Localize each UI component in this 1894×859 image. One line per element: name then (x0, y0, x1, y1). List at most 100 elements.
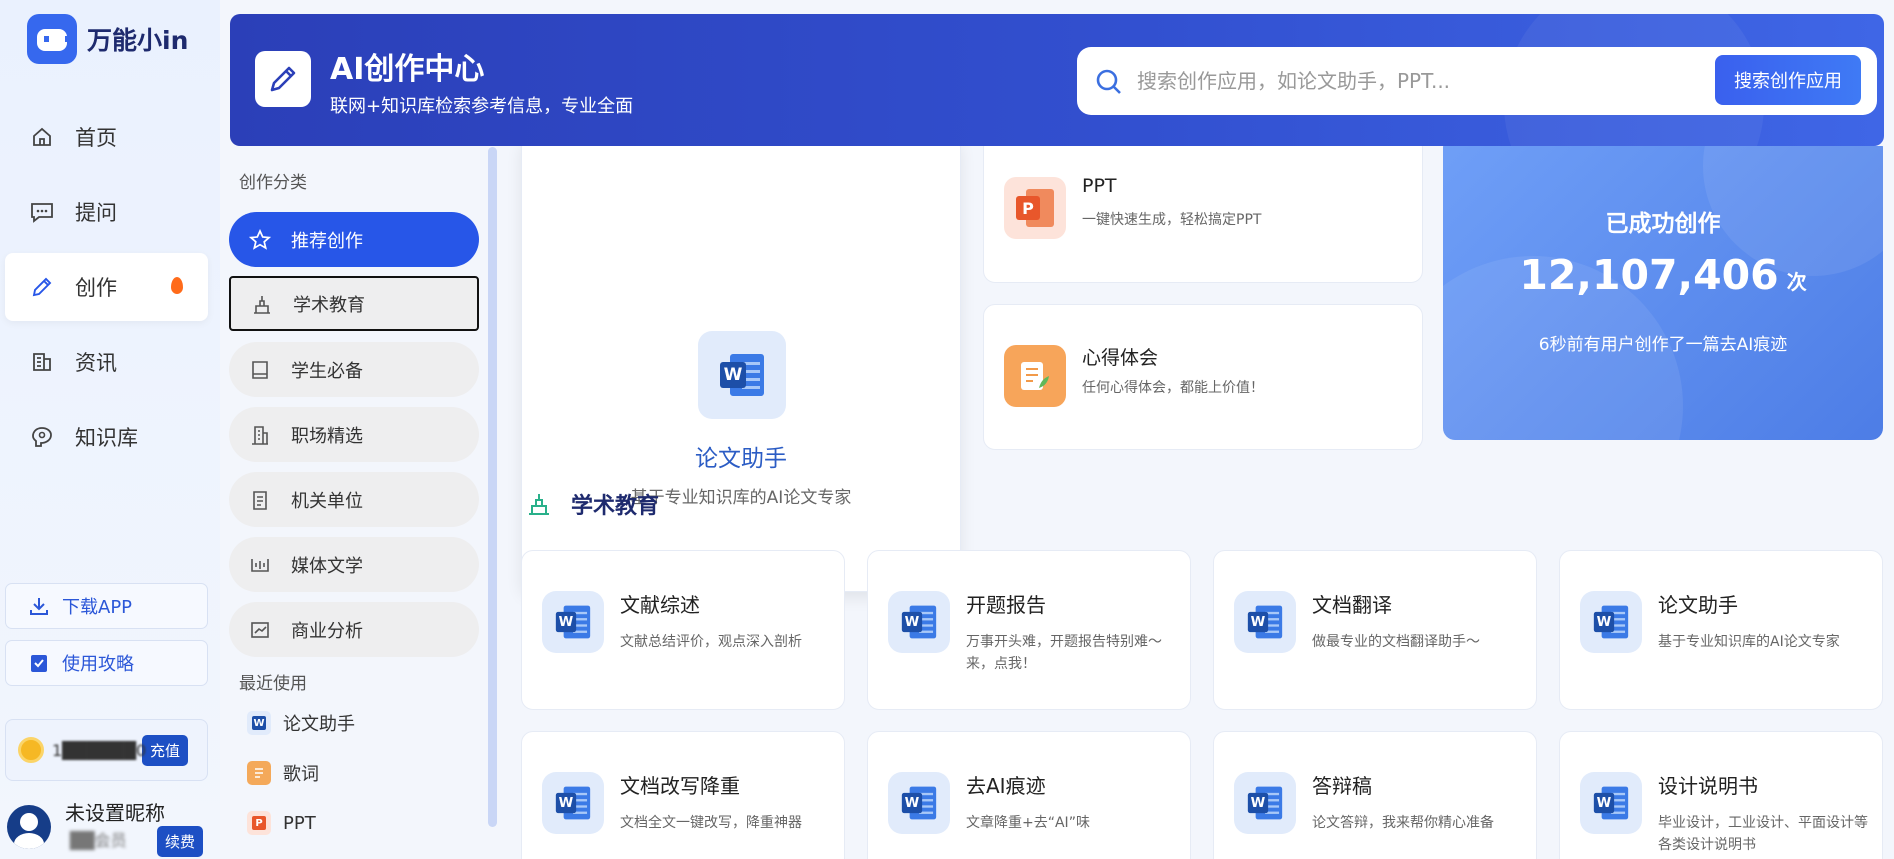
notes-icon (1004, 345, 1066, 407)
tool-card[interactable]: W 设计说明书 毕业设计，工业设计、平面设计等各类设计说明书 (1559, 731, 1883, 859)
nav-item-home[interactable]: 首页 (5, 103, 208, 171)
tool-card[interactable]: W 文献综述 文献总结评价，观点深入剖析 (521, 550, 845, 710)
user-role: ██会员 (70, 831, 127, 850)
renew-button[interactable]: 续费 (157, 826, 204, 857)
search-button[interactable]: 搜索创作应用 (1715, 55, 1861, 105)
knowledge-icon (29, 424, 55, 450)
nav-item-create[interactable]: 创作 (5, 253, 208, 321)
academic-icon (525, 490, 553, 518)
stats-count: 12,107,406 (1519, 251, 1779, 299)
tool-card[interactable]: W 开题报告 万事开头难，开题报告特别难～来，点我！ (867, 550, 1191, 710)
category-media[interactable]: 媒体文学 (229, 537, 479, 592)
main-content: W 论文助手 基于专业知识库的AI论文专家 P PPT 一键快速生成，轻松搞定P… (500, 146, 1894, 859)
card-desc: 文档全文一键改写，降重神器 (620, 815, 802, 831)
search-input[interactable] (1137, 63, 1697, 99)
tool-card[interactable]: W 答辩稿 论文答辩，我来帮你精心准备 (1213, 731, 1537, 859)
tool-card[interactable]: W 文档翻译 做最专业的文档翻译助手～ (1213, 550, 1537, 710)
category-label: 商业分析 (291, 620, 363, 642)
word-icon: W (888, 772, 950, 834)
ppt-icon: P (1004, 177, 1066, 239)
coin-amount: 1██████0 (52, 740, 147, 760)
section-title: 学术教育 (571, 494, 660, 519)
news-icon (29, 349, 55, 375)
recent-label: PPT (283, 812, 316, 834)
stats-label: 已成功创作 (1605, 211, 1721, 237)
academic-icon (251, 292, 275, 316)
card-title: 心得体会 (1082, 347, 1159, 369)
robot-icon (27, 14, 77, 64)
page-title: AI创作中心 (330, 52, 485, 87)
nav-label: 提问 (75, 201, 117, 225)
recent-heading: 最近使用 (239, 674, 307, 694)
star-icon (249, 228, 273, 252)
coin-balance: 1██████0 充值 (5, 719, 208, 781)
recent-item-paper[interactable]: W 论文助手 (247, 705, 355, 741)
featured-paper-assistant[interactable]: W 论文助手 基于专业知识库的AI论文专家 (521, 146, 961, 592)
brand-name: 万能小in (87, 26, 189, 55)
category-recommended[interactable]: 推荐创作 (229, 212, 479, 267)
nav-item-ask[interactable]: 提问 (5, 178, 208, 246)
card-title: 开题报告 (966, 593, 1046, 617)
coin-icon (18, 737, 44, 763)
page-subtitle: 联网+知识库检索参考信息，专业全面 (330, 96, 634, 117)
category-label: 职场精选 (291, 425, 363, 447)
nav-item-knowledge[interactable]: 知识库 (5, 403, 208, 471)
card-title: 论文助手 (1658, 593, 1738, 617)
card-title: 设计说明书 (1658, 774, 1758, 798)
word-icon: W (1580, 772, 1642, 834)
book-icon (249, 358, 273, 382)
category-label: 机关单位 (291, 490, 363, 512)
category-label: 媒体文学 (291, 555, 363, 577)
card-title: 去AI痕迹 (966, 774, 1046, 798)
download-app-label: 下载APP (62, 597, 133, 618)
card-title: 文档改写降重 (620, 774, 740, 798)
word-icon: W (1234, 772, 1296, 834)
word-icon: W (247, 711, 271, 735)
tool-card[interactable]: W 论文助手 基于专业知识库的AI论文专家 (1559, 550, 1883, 710)
chart-icon (249, 618, 273, 642)
usage-guide-label: 使用攻略 (62, 654, 134, 675)
tool-card[interactable]: W 文档改写降重 文档全文一键改写，降重神器 (521, 731, 845, 859)
word-icon: W (888, 591, 950, 653)
word-icon: W (1234, 591, 1296, 653)
featured-ppt[interactable]: P PPT 一键快速生成，轻松搞定PPT (983, 146, 1423, 283)
word-icon: W (542, 772, 604, 834)
tool-card[interactable]: W 去AI痕迹 文章降重+去“AI”味 (867, 731, 1191, 859)
category-academic[interactable]: 学术教育 (229, 276, 479, 331)
sidebar: 万能小in 首页 提问 创作 资讯 知识库 下载APP 使用攻略 1██████… (0, 0, 220, 859)
word-icon: W (698, 331, 786, 419)
category-workplace[interactable]: 职场精选 (229, 407, 479, 462)
nav-item-news[interactable]: 资讯 (5, 328, 208, 396)
card-title: 文献综述 (620, 593, 700, 617)
lyrics-icon (247, 761, 271, 785)
card-title: 答辩稿 (1312, 774, 1372, 798)
category-panel: 创作分类 推荐创作 学术教育 学生必备 职场精选 机关单位 媒体文学 商业分析 … (227, 146, 497, 859)
home-icon (29, 124, 55, 150)
download-app-button[interactable]: 下载APP (5, 583, 208, 629)
stats-caption: 6秒前有用户创作了一篇去AI痕迹 (1538, 335, 1788, 355)
pen-icon (29, 274, 55, 300)
recent-label: 论文助手 (283, 714, 355, 735)
user-profile[interactable]: 未设置昵称 ██会员 续费 (5, 797, 215, 859)
recent-item-lyrics[interactable]: 歌词 (247, 755, 319, 791)
card-desc: 文献总结评价，观点深入剖析 (620, 634, 802, 650)
recharge-button[interactable]: 充值 (142, 734, 189, 766)
avatar[interactable] (7, 805, 51, 849)
media-icon (249, 553, 273, 577)
brand-logo[interactable]: 万能小in (27, 14, 188, 64)
usage-guide-button[interactable]: 使用攻略 (5, 640, 208, 686)
recent-item-ppt[interactable]: P PPT (247, 805, 316, 841)
card-desc: 论文答辩，我来帮你精心准备 (1312, 815, 1494, 831)
category-government[interactable]: 机关单位 (229, 472, 479, 527)
category-label: 学术教育 (293, 294, 365, 316)
creation-stats-card: 已成功创作 12,107,406 次 6秒前有用户创作了一篇去AI痕迹 (1443, 146, 1883, 440)
stats-unit: 次 (1786, 270, 1807, 294)
category-business[interactable]: 商业分析 (229, 602, 479, 657)
nav-label: 知识库 (75, 426, 138, 450)
featured-xinde[interactable]: 心得体会 任何心得体会，都能上价值！ (983, 304, 1423, 450)
card-title: 文档翻译 (1312, 593, 1392, 617)
category-heading: 创作分类 (239, 173, 307, 193)
category-scrollbar[interactable] (488, 147, 497, 827)
card-title: 论文助手 (695, 446, 787, 472)
category-student[interactable]: 学生必备 (229, 342, 479, 397)
